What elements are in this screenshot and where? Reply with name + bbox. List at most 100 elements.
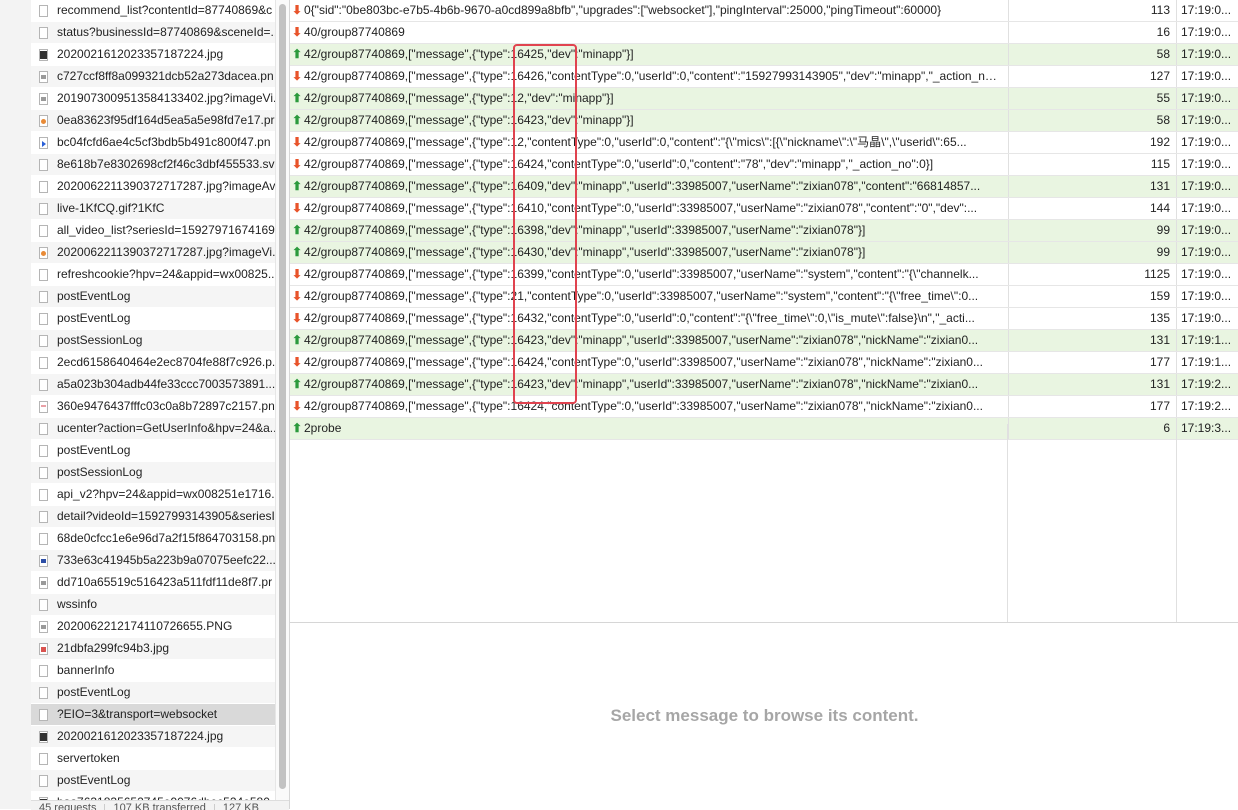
request-row[interactable]: 2ecd6158640464e2ec8704fe88f7c926.p... xyxy=(31,352,275,374)
message-row[interactable]: ⬇ 42/group87740869,["message",{"type":164… xyxy=(290,154,1238,176)
request-name: 21dbfa299fc94b3.jpg xyxy=(57,641,170,655)
request-row[interactable]: 68de0cfcc1e6e96d7a2f15f864703158.pn xyxy=(31,528,275,550)
request-row[interactable]: 21dbfa299fc94b3.jpg xyxy=(31,638,275,660)
request-row[interactable]: detail?videoId=15927993143905&seriesI xyxy=(31,506,275,528)
request-row[interactable]: dd710a65519c516423a511fdf11de8f7.pr xyxy=(31,572,275,594)
request-row[interactable]: servertoken xyxy=(31,748,275,770)
message-row[interactable]: ⬇ 40/group87740869 16 17:19:0... xyxy=(290,22,1238,44)
request-row[interactable]: live-1KfCQ.gif?1KfC xyxy=(31,198,275,220)
message-time: 17:19:2... xyxy=(1176,396,1238,417)
request-name: postEventLog xyxy=(57,289,131,303)
doc-icon xyxy=(39,312,48,325)
request-row[interactable]: wssinfo xyxy=(31,594,275,616)
left-gutter xyxy=(0,0,32,809)
message-row[interactable]: ⬆ 42/group87740869,["message",{"type":164… xyxy=(290,176,1238,198)
request-row[interactable]: postEventLog xyxy=(31,770,275,792)
request-row[interactable]: 20200216120233571872​24.jpg xyxy=(31,726,275,748)
request-list[interactable]: recommend_list?contentId=87740869&cstatu… xyxy=(31,0,275,800)
request-name: api_v2?hpv=24&appid=wx008251e1716... xyxy=(57,487,275,501)
request-row[interactable]: ucenter?action=GetUserInfo&hpv=24&a... xyxy=(31,418,275,440)
request-name: recommend_list?contentId=87740869&c xyxy=(57,3,273,17)
request-row[interactable]: status?businessId=87740869&sceneId=... xyxy=(31,22,275,44)
message-row[interactable]: ⬆ 42/group87740869,["message",{"type":164… xyxy=(290,110,1238,132)
doc-icon xyxy=(39,158,48,171)
message-time: 17:19:0... xyxy=(1176,242,1238,263)
message-data: 42/group87740869,["message",{"type":1642… xyxy=(304,47,634,61)
image-icon xyxy=(39,642,48,655)
message-detail-panel: Select message to browse its content. xyxy=(290,623,1238,809)
message-time: 17:19:0... xyxy=(1176,264,1238,285)
message-row[interactable]: ⬆ 42/group87740869,["message",{"type":164… xyxy=(290,44,1238,66)
message-row[interactable]: ⬇ 42/group87740869,["message",{"type":163… xyxy=(290,264,1238,286)
request-row[interactable]: bc04fcfd6ae4c5cf3bdb5b491c800f47.pn xyxy=(31,132,275,154)
request-name: bannerInfo xyxy=(57,663,115,677)
message-row[interactable]: ⬆ 42/group87740869,["message",{"type":164… xyxy=(290,374,1238,396)
request-row[interactable]: all_video_list?seriesId=15927971674169..… xyxy=(31,220,275,242)
image-icon xyxy=(39,246,48,259)
request-row[interactable]: 201907300951358413340​2.jpg?imageVi... xyxy=(31,88,275,110)
request-name: 201907300951358413340​2.jpg?imageVi... xyxy=(57,91,275,105)
request-row[interactable]: bannerInfo xyxy=(31,660,275,682)
request-row[interactable]: 20200622113903727172​87.jpg?imageAv xyxy=(31,176,275,198)
request-row[interactable]: postEventLog xyxy=(31,286,275,308)
arrow-down-icon: ⬇ xyxy=(291,157,303,171)
request-row[interactable]: postEventLog xyxy=(31,308,275,330)
message-time: 17:19:0... xyxy=(1176,286,1238,307)
request-row[interactable]: baa7631835652745e9076dbec524e580... xyxy=(31,792,275,800)
request-name: 68de0cfcc1e6e96d7a2f15f864703158.pn xyxy=(57,531,275,545)
message-row[interactable]: ⬆ 42/group87740869,["message",{"type":12,… xyxy=(290,88,1238,110)
request-row[interactable]: postEventLog xyxy=(31,440,275,462)
request-row[interactable]: 2020062212174110726655.PNG xyxy=(31,616,275,638)
message-row[interactable]: ⬇ 42/group87740869,["message",{"type":21,… xyxy=(290,286,1238,308)
message-data: 42/group87740869,["message",{"type":1640… xyxy=(304,179,981,193)
request-row[interactable]: recommend_list?contentId=87740869&c xyxy=(31,0,275,22)
message-length: 177 xyxy=(1008,396,1176,417)
message-row[interactable]: ⬇ 42/group87740869,["message",{"type":12,… xyxy=(290,132,1238,154)
message-row[interactable]: ⬇ 0{"sid":"0be803bc-e7b5-4b6b-9670-a0cd89… xyxy=(290,0,1238,22)
request-row[interactable]: ?EIO=3&transport=websocket xyxy=(31,704,275,726)
doc-icon xyxy=(39,708,48,721)
request-name: bc04fcfd6ae4c5cf3bdb5b491c800f47.pn xyxy=(57,135,271,149)
request-row[interactable]: 20200216120233571872​24.jpg xyxy=(31,44,275,66)
doc-icon xyxy=(39,510,48,523)
message-row[interactable]: ⬆ 42/group87740869,["message",{"type":164… xyxy=(290,330,1238,352)
request-name: wssinfo xyxy=(57,597,98,611)
request-row[interactable]: postSessionLog xyxy=(31,462,275,484)
request-name: refreshcookie?hpv=24&appid=wx00825... xyxy=(57,267,275,281)
request-name: postEventLog xyxy=(57,443,131,457)
message-row[interactable]: ⬇ 42/group87740869,["message",{"type":164… xyxy=(290,396,1238,418)
message-row[interactable]: ⬆ 42/group87740869,["message",{"type":163… xyxy=(290,220,1238,242)
request-name: 360e9476437fffc03c0a8b72897c2157.pn xyxy=(57,399,275,413)
request-row[interactable]: a5a023b304adb44fe33ccc7003573891... xyxy=(31,374,275,396)
doc-icon xyxy=(39,378,48,391)
request-row[interactable]: 20200622113903727172​87.jpg?imageVi... xyxy=(31,242,275,264)
request-row[interactable]: 733e63c41945b5a223b9a07075eefc22... xyxy=(31,550,275,572)
arrow-up-icon: ⬆ xyxy=(291,377,303,391)
messages-table: ⬇ 0{"sid":"0be803bc-e7b5-4b6b-9670-a0cd89… xyxy=(290,0,1238,440)
message-row[interactable]: ⬇ 42/group87740869,["message",{"type":164… xyxy=(290,66,1238,88)
message-time: 17:19:0... xyxy=(1176,176,1238,197)
message-data: 42/group87740869,["message",{"type":1642… xyxy=(304,157,934,171)
request-name: 2ecd6158640464e2ec8704fe88f7c926.p... xyxy=(57,355,275,369)
request-row[interactable]: 0ea83623f95df164d5ea5a5e98fd7e17.pr xyxy=(31,110,275,132)
message-data: 42/group87740869,["message",{"type":1642… xyxy=(304,333,979,347)
message-time: 17:19:0... xyxy=(1176,22,1238,43)
doc-icon xyxy=(39,444,48,457)
request-row[interactable]: 360e9476437fffc03c0a8b72897c2157.pn xyxy=(31,396,275,418)
request-row[interactable]: c727ccf8ff8a099321dcb52a273dacea.pn xyxy=(31,66,275,88)
message-time: 17:19:0... xyxy=(1176,308,1238,329)
request-name: baa7631835652745e9076dbec524e580... xyxy=(57,792,275,800)
request-row[interactable]: postSessionLog xyxy=(31,330,275,352)
message-length: 16 xyxy=(1008,22,1176,43)
request-list-scrollbar[interactable] xyxy=(275,0,290,800)
request-row[interactable]: refreshcookie?hpv=24&appid=wx00825... xyxy=(31,264,275,286)
scrollbar-thumb[interactable] xyxy=(279,4,286,789)
request-row[interactable]: postEventLog xyxy=(31,682,275,704)
request-row[interactable]: 8e618b7e8302698cf2f46c3dbf455533.sv xyxy=(31,154,275,176)
message-row[interactable]: ⬇ 42/group87740869,["message",{"type":164… xyxy=(290,352,1238,374)
request-row[interactable]: api_v2?hpv=24&appid=wx008251e1716... xyxy=(31,484,275,506)
message-length: 58 xyxy=(1008,110,1176,131)
message-row[interactable]: ⬇ 42/group87740869,["message",{"type":164… xyxy=(290,308,1238,330)
message-row[interactable]: ⬆ 42/group87740869,["message",{"type":164… xyxy=(290,242,1238,264)
message-row[interactable]: ⬇ 42/group87740869,["message",{"type":164… xyxy=(290,198,1238,220)
